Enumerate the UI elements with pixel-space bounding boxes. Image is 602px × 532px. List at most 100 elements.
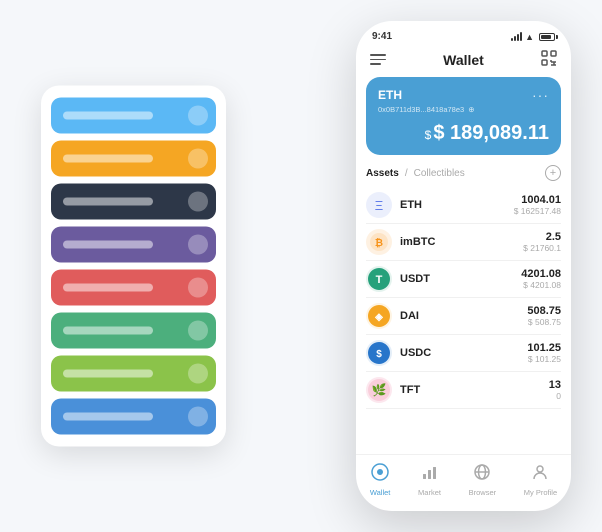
svg-text:T: T bbox=[376, 274, 383, 286]
usdt-asset-icon: T bbox=[366, 266, 392, 292]
nav-wallet[interactable]: Wallet bbox=[370, 463, 391, 497]
usdt-secondary: $ 4201.08 bbox=[521, 280, 561, 290]
browser-nav-icon bbox=[473, 463, 491, 486]
card-icon-8 bbox=[188, 407, 208, 427]
menu-line-3 bbox=[370, 63, 381, 65]
menu-button[interactable] bbox=[370, 54, 386, 65]
wallet-nav-icon bbox=[371, 463, 389, 486]
nav-market-label: Market bbox=[418, 488, 441, 497]
card-stack bbox=[41, 86, 226, 447]
card-item-7[interactable] bbox=[51, 356, 216, 392]
signal-bar-4 bbox=[520, 32, 522, 41]
eth-balance: $$ 189,089.11 bbox=[378, 122, 549, 145]
dai-asset-name: DAI bbox=[400, 310, 527, 322]
card-icon-6 bbox=[188, 321, 208, 341]
nav-profile[interactable]: My Profile bbox=[524, 463, 557, 497]
usdc-secondary: $ 101.25 bbox=[527, 354, 561, 364]
dai-primary: 508.75 bbox=[527, 305, 561, 317]
eth-asset-icon: Ξ bbox=[366, 192, 392, 218]
card-text-6 bbox=[63, 327, 153, 335]
eth-address: 0x0B711d3B...8418a78e3 ⊕ bbox=[378, 105, 549, 114]
market-nav-icon bbox=[421, 463, 439, 486]
tft-primary: 13 bbox=[549, 379, 561, 391]
usdc-primary: 101.25 bbox=[527, 342, 561, 354]
eth-symbol: ETH bbox=[378, 88, 402, 102]
tft-secondary: 0 bbox=[549, 391, 561, 401]
asset-row-tft[interactable]: 🌿 TFT 13 0 bbox=[366, 372, 561, 409]
scan-icon[interactable] bbox=[541, 50, 557, 69]
asset-row-eth[interactable]: Ξ ETH 1004.01 $ 162517.48 bbox=[366, 187, 561, 224]
card-icon-1 bbox=[188, 106, 208, 126]
card-icon-5 bbox=[188, 278, 208, 298]
nav-market[interactable]: Market bbox=[418, 463, 441, 497]
tft-asset-amount: 13 0 bbox=[549, 379, 561, 401]
svg-text:◈: ◈ bbox=[374, 312, 383, 323]
svg-text:$: $ bbox=[376, 349, 382, 360]
card-item-4[interactable] bbox=[51, 227, 216, 263]
eth-primary: 1004.01 bbox=[514, 194, 561, 206]
card-item-2[interactable] bbox=[51, 141, 216, 177]
asset-row-imbtc[interactable]: ₿ imBTC 2.5 $ 21760.1 bbox=[366, 224, 561, 261]
svg-text:🌿: 🌿 bbox=[372, 383, 387, 397]
tab-divider: / bbox=[405, 168, 408, 179]
dai-secondary: $ 508.75 bbox=[527, 317, 561, 327]
card-text-2 bbox=[63, 155, 153, 163]
usdt-asset-name: USDT bbox=[400, 273, 521, 285]
assets-header: Assets / Collectibles + bbox=[366, 165, 561, 181]
status-time: 9:41 bbox=[372, 31, 392, 42]
card-icon-4 bbox=[188, 235, 208, 255]
signal-bar-1 bbox=[511, 38, 513, 41]
usdt-asset-amount: 4201.08 $ 4201.08 bbox=[521, 268, 561, 290]
signal-bars-icon bbox=[511, 32, 522, 41]
eth-asset-name: ETH bbox=[400, 199, 514, 211]
usdt-primary: 4201.08 bbox=[521, 268, 561, 280]
status-bar: 9:41 ▲ bbox=[356, 21, 571, 46]
card-text-7 bbox=[63, 370, 153, 378]
card-item-6[interactable] bbox=[51, 313, 216, 349]
nav-browser[interactable]: Browser bbox=[469, 463, 497, 497]
nav-profile-label: My Profile bbox=[524, 488, 557, 497]
imbtc-primary: 2.5 bbox=[523, 231, 561, 243]
eth-card-top: ETH ··· bbox=[378, 87, 549, 103]
asset-row-dai[interactable]: ◈ DAI 508.75 $ 508.75 bbox=[366, 298, 561, 335]
tft-asset-name: TFT bbox=[400, 384, 549, 396]
phone-header: Wallet bbox=[356, 46, 571, 77]
tab-assets[interactable]: Assets bbox=[366, 168, 399, 179]
bottom-nav: Wallet Market bbox=[356, 454, 571, 511]
phone-mockup: 9:41 ▲ Wallet bbox=[356, 21, 571, 511]
usdc-asset-name: USDC bbox=[400, 347, 527, 359]
card-item-3[interactable] bbox=[51, 184, 216, 220]
imbtc-asset-amount: 2.5 $ 21760.1 bbox=[523, 231, 561, 253]
dai-asset-icon: ◈ bbox=[366, 303, 392, 329]
card-text-3 bbox=[63, 198, 153, 206]
card-text-8 bbox=[63, 413, 153, 421]
card-item-5[interactable] bbox=[51, 270, 216, 306]
wifi-icon: ▲ bbox=[525, 32, 534, 42]
menu-line-2 bbox=[370, 59, 386, 61]
add-asset-button[interactable]: + bbox=[545, 165, 561, 181]
nav-wallet-label: Wallet bbox=[370, 488, 391, 497]
profile-nav-icon bbox=[531, 463, 549, 486]
asset-list: Ξ ETH 1004.01 $ 162517.48 ₿ imBTC bbox=[366, 187, 561, 454]
card-icon-2 bbox=[188, 149, 208, 169]
asset-row-usdt[interactable]: T USDT 4201.08 $ 4201.08 bbox=[366, 261, 561, 298]
tab-collectibles[interactable]: Collectibles bbox=[414, 168, 465, 179]
usdc-asset-icon: $ bbox=[366, 340, 392, 366]
card-item-8[interactable] bbox=[51, 399, 216, 435]
card-item-1[interactable] bbox=[51, 98, 216, 134]
card-text-4 bbox=[63, 241, 153, 249]
card-text-1 bbox=[63, 112, 153, 120]
card-icon-7 bbox=[188, 364, 208, 384]
imbtc-asset-name: imBTC bbox=[400, 236, 523, 248]
eth-more-icon[interactable]: ··· bbox=[532, 87, 549, 103]
nav-browser-label: Browser bbox=[469, 488, 497, 497]
battery-fill bbox=[541, 35, 551, 39]
svg-text:₿: ₿ bbox=[375, 237, 383, 249]
card-icon-3 bbox=[188, 192, 208, 212]
status-icons: ▲ bbox=[511, 32, 555, 42]
eth-secondary: $ 162517.48 bbox=[514, 206, 561, 216]
eth-card[interactable]: ETH ··· 0x0B711d3B...8418a78e3 ⊕ $$ 189,… bbox=[366, 77, 561, 155]
dai-asset-amount: 508.75 $ 508.75 bbox=[527, 305, 561, 327]
asset-row-usdc[interactable]: $ USDC 101.25 $ 101.25 bbox=[366, 335, 561, 372]
signal-bar-3 bbox=[517, 34, 519, 41]
